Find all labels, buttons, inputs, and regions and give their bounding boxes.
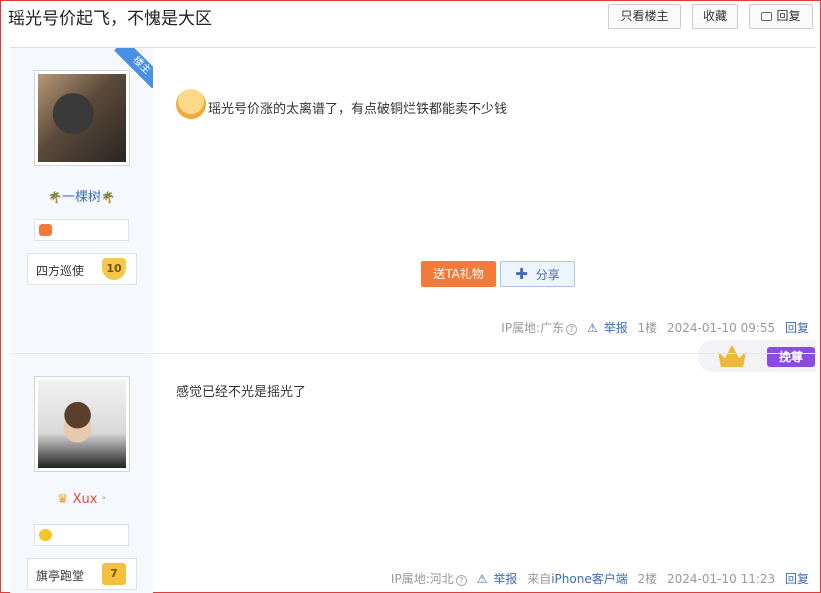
post-time: 2024-01-10 11:23 [667, 572, 776, 586]
post-tail: IP属地:广东? ⚠ 举报 1楼 2024-01-10 09:55 回复 [495, 319, 809, 336]
badge-box [34, 524, 129, 546]
level-box[interactable]: 四方巡使 10 [27, 253, 137, 285]
from-prefix: 来自 [527, 572, 552, 586]
reply-link[interactable]: 回复 [785, 572, 809, 586]
share-button[interactable]: ✚ 分享 [500, 261, 575, 287]
post-text: 瑶光号价涨的太离谱了，有点破铜烂铁都能卖不少钱 [208, 102, 508, 117]
help-icon[interactable]: ? [566, 324, 578, 335]
warning-icon: ⚠ [476, 572, 488, 586]
smile-emoji-icon [176, 89, 206, 119]
send-gift-button[interactable]: 送TA礼物 [421, 261, 496, 287]
ip-location: IP属地:河北 [390, 572, 454, 586]
floor-number: 2楼 [637, 572, 658, 586]
author-sidebar: 楼主 🌴一棵树🌴 四方巡使 10 [10, 48, 153, 352]
avatar-image [38, 380, 126, 468]
level-name: 四方巡使 [36, 264, 85, 278]
reply-button-label: 回复 [776, 9, 801, 23]
only-owner-button[interactable]: 只看楼主 [608, 4, 681, 29]
comment-icon [761, 12, 773, 21]
post-time: 2024-01-10 09:55 [667, 321, 776, 335]
username[interactable]: ♛ Xux ° [10, 492, 153, 507]
username-text: 一棵树 [61, 190, 101, 205]
level-number: 7 [102, 563, 126, 585]
post-floor-1: 楼主 🌴一棵树🌴 四方巡使 10 瑶光号价涨的太离谱了，有点破铜烂铁都能卖不少钱… [10, 48, 816, 352]
owner-tag-label: 楼主 [114, 48, 153, 88]
dot-icon: ° [101, 496, 107, 506]
post-content: 瑶光号价涨的太离谱了，有点破铜烂铁都能卖不少钱 [176, 89, 507, 119]
post-tail: IP属地:河北? ⚠ 举报 来自iPhone客户端 2楼 2024-01-10 1… [385, 570, 809, 587]
badge-box [34, 219, 129, 241]
palm-icon: 🌴 [101, 191, 115, 204]
thread-title: 瑶光号价起飞，不愧是大区 [8, 9, 212, 29]
level-box[interactable]: 旗亭跑堂 7 [27, 558, 137, 590]
level-number: 10 [102, 258, 126, 280]
favorite-button[interactable]: 收藏 [692, 4, 738, 29]
post-content: 感觉已经不光是摇光了 [176, 385, 307, 400]
plus-icon: ✚ [515, 265, 528, 283]
report-link[interactable]: 举报 [604, 321, 628, 335]
reply-link[interactable]: 回复 [785, 321, 809, 335]
owner-tag: 楼主 [113, 48, 153, 88]
badge-icon[interactable] [39, 529, 52, 541]
palm-icon: 🌴 [48, 191, 62, 204]
report-link[interactable]: 举报 [493, 572, 517, 586]
warning-icon: ⚠ [586, 321, 598, 335]
username-text: Xux [72, 492, 98, 507]
reply-button[interactable]: 回复 [749, 4, 813, 29]
share-label: 分享 [535, 268, 560, 282]
author-sidebar: ♛ Xux ° 旗亭跑堂 7 [10, 354, 153, 593]
avatar[interactable] [34, 376, 130, 472]
level-name: 旗亭跑堂 [36, 569, 85, 583]
help-icon[interactable]: ? [455, 575, 467, 586]
badge-icon[interactable] [39, 224, 52, 236]
username[interactable]: 🌴一棵树🌴 [10, 186, 153, 205]
ip-location: IP属地:广东 [501, 321, 565, 335]
post-floor-2: ♛ Xux ° 旗亭跑堂 7 感觉已经不光是摇光了 IP属地:河北? ⚠ 举报 来… [10, 353, 816, 593]
member-icon: ♛ [56, 492, 69, 507]
floor-number: 1楼 [637, 321, 658, 335]
client-link[interactable]: iPhone客户端 [551, 572, 628, 586]
